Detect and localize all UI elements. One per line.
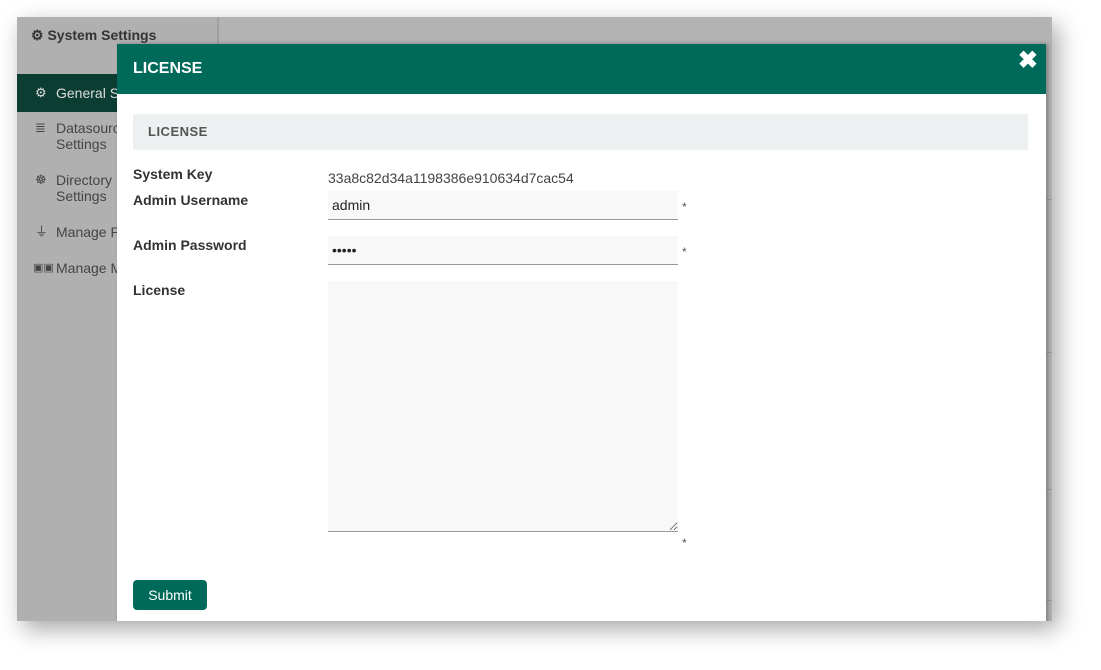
required-mark: * bbox=[682, 200, 687, 214]
section-header: LICENSE bbox=[133, 114, 1028, 150]
license-textarea[interactable] bbox=[328, 281, 678, 532]
required-mark: * bbox=[682, 536, 687, 550]
plug-icon: ⏚ bbox=[35, 224, 49, 239]
divider bbox=[1047, 489, 1052, 490]
required-mark: * bbox=[682, 245, 687, 259]
users-gear-icon: ☸ bbox=[35, 172, 47, 187]
modal-header: LICENSE ✖ bbox=[117, 44, 1046, 94]
close-icon[interactable]: ✖ bbox=[1018, 36, 1038, 86]
password-label: Admin Password bbox=[133, 237, 247, 253]
modal-title: LICENSE bbox=[133, 60, 203, 77]
license-label: License bbox=[133, 282, 186, 298]
username-label: Admin Username bbox=[133, 192, 249, 208]
divider bbox=[1047, 352, 1052, 353]
divider bbox=[1047, 199, 1052, 200]
divider bbox=[1047, 600, 1052, 601]
id-card-icon: ▣▣ bbox=[33, 262, 54, 274]
system-key-label: System Key bbox=[133, 166, 213, 182]
app-window: ⚙ System Settings ⚙ General S ≣ Datasourc S… bbox=[17, 17, 1052, 621]
sidebar-title: ⚙ System Settings bbox=[31, 27, 157, 43]
license-modal: LICENSE ✖ LICENSE System Key 33a8c82d34a… bbox=[117, 44, 1046, 621]
database-icon: ≣ bbox=[35, 120, 46, 135]
password-input[interactable] bbox=[328, 236, 678, 265]
submit-button[interactable]: Submit bbox=[133, 580, 207, 610]
gears-icon: ⚙ bbox=[31, 27, 44, 43]
system-key-value: 33a8c82d34a1198386e910634d7cac54 bbox=[328, 170, 574, 186]
username-input[interactable] bbox=[328, 191, 678, 220]
gear-icon: ⚙ bbox=[35, 85, 47, 100]
